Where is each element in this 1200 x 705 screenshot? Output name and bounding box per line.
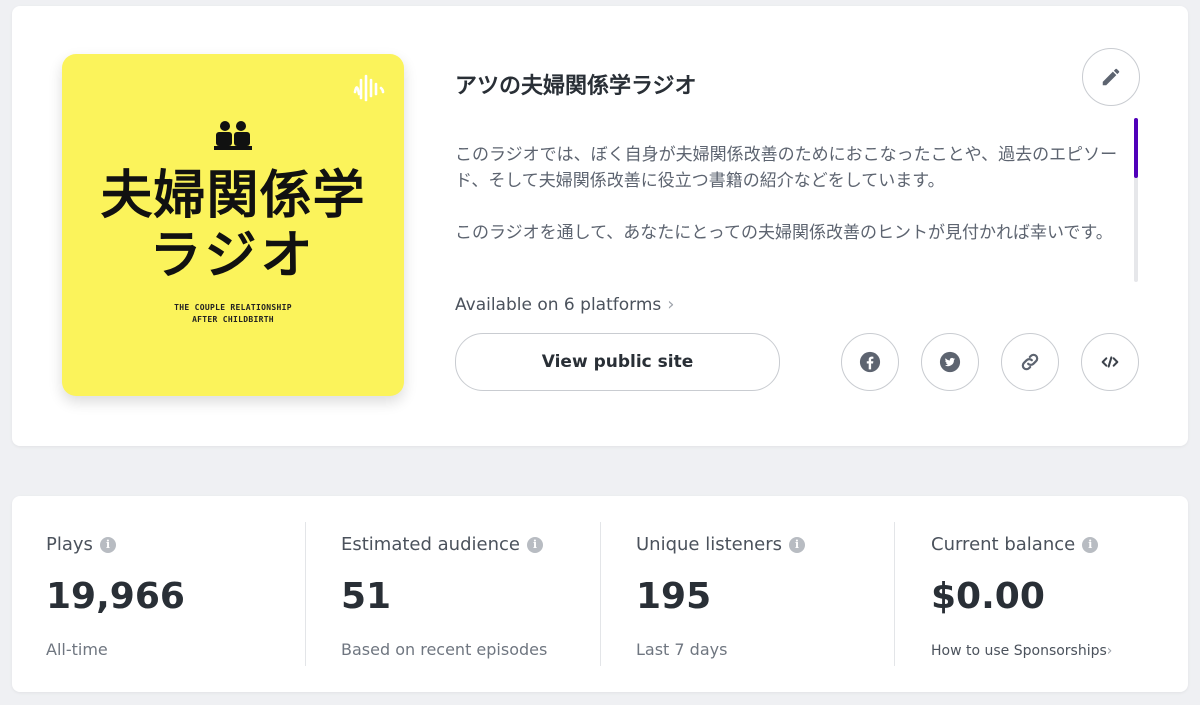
copy-link-button[interactable] <box>1001 333 1059 391</box>
stat-label: Current balance i <box>931 534 1099 555</box>
couple-icon <box>214 121 252 150</box>
stat-value: $0.00 <box>931 576 1045 617</box>
info-icon[interactable]: i <box>1082 536 1099 553</box>
pencil-icon <box>1102 68 1120 86</box>
info-icon[interactable]: i <box>99 536 116 553</box>
edit-button[interactable] <box>1082 48 1140 106</box>
stat-label: Estimated audience i <box>341 534 543 555</box>
stat-label-text: Plays <box>46 534 93 555</box>
facebook-icon <box>859 351 881 373</box>
sponsorships-link[interactable]: How to use Sponsorships› <box>931 643 1112 659</box>
twitter-icon <box>939 351 961 373</box>
stat-note: Based on recent episodes <box>341 640 548 659</box>
view-public-site-button[interactable]: View public site <box>455 333 780 391</box>
stat-unique-listeners: Unique listeners i 195 Last 7 days <box>602 496 896 692</box>
stat-label: Plays i <box>46 534 116 555</box>
anchor-logo-icon <box>353 74 385 102</box>
stat-label-text: Unique listeners <box>636 534 782 555</box>
embed-button[interactable] <box>1081 333 1139 391</box>
stat-note: All-time <box>46 640 108 659</box>
platforms-label: Available on 6 platforms <box>455 294 662 315</box>
podcast-cover-art: 夫婦関係学 ラジオ THE COUPLE RELATIONSHIP AFTER … <box>62 54 404 396</box>
show-description: このラジオでは、ぼく自身が夫婦関係改善のためにおこなったことや、過去のエピソード… <box>455 142 1125 276</box>
chevron-right-icon: › <box>1106 643 1113 659</box>
cover-title-line1: 夫婦関係学 <box>100 166 366 226</box>
stat-label-text: Current balance <box>931 534 1076 555</box>
show-card: 夫婦関係学 ラジオ THE COUPLE RELATIONSHIP AFTER … <box>12 6 1188 446</box>
stats-card: Plays i 19,966 All-time Estimated audien… <box>12 496 1188 692</box>
stat-value: 19,966 <box>46 576 185 617</box>
description-fade <box>455 250 1125 276</box>
twitter-share-button[interactable] <box>921 333 979 391</box>
stat-value: 51 <box>341 576 392 617</box>
cover-title-line2: ラジオ <box>149 226 317 286</box>
show-description-text: このラジオでは、ぼく自身が夫婦関係改善のためにおこなったことや、過去のエピソード… <box>455 145 1118 243</box>
stat-estimated-audience: Estimated audience i 51 Based on recent … <box>307 496 601 692</box>
sponsorships-link-label: How to use Sponsorships <box>931 643 1107 659</box>
cover-subtitle-line1: THE COUPLE RELATIONSHIP <box>174 303 292 312</box>
facebook-share-button[interactable] <box>841 333 899 391</box>
chevron-right-icon: › <box>667 294 675 315</box>
embed-code-icon <box>1101 356 1119 368</box>
stat-current-balance: Current balance i $0.00 How to use Spons… <box>897 496 1191 692</box>
stat-divider <box>894 522 895 666</box>
cover-subtitle-line2: AFTER CHILDBIRTH <box>192 315 274 324</box>
scrollbar-thumb[interactable] <box>1134 118 1138 178</box>
platforms-link[interactable]: Available on 6 platforms › <box>455 294 674 315</box>
stat-label-text: Estimated audience <box>341 534 520 555</box>
stat-divider <box>305 522 306 666</box>
stat-value: 195 <box>636 576 712 617</box>
info-icon[interactable]: i <box>789 536 805 553</box>
stat-note: Last 7 days <box>636 640 728 659</box>
show-title: アツの夫婦関係学ラジオ <box>455 74 697 99</box>
stat-plays: Plays i 19,966 All-time <box>12 496 306 692</box>
cover-subtitle: THE COUPLE RELATIONSHIP AFTER CHILDBIRTH <box>62 302 404 326</box>
info-icon[interactable]: i <box>526 536 543 553</box>
stat-divider <box>600 522 601 666</box>
description-scrollbar[interactable] <box>1134 118 1138 282</box>
stat-label: Unique listeners i <box>636 534 805 555</box>
link-icon <box>1021 353 1039 371</box>
